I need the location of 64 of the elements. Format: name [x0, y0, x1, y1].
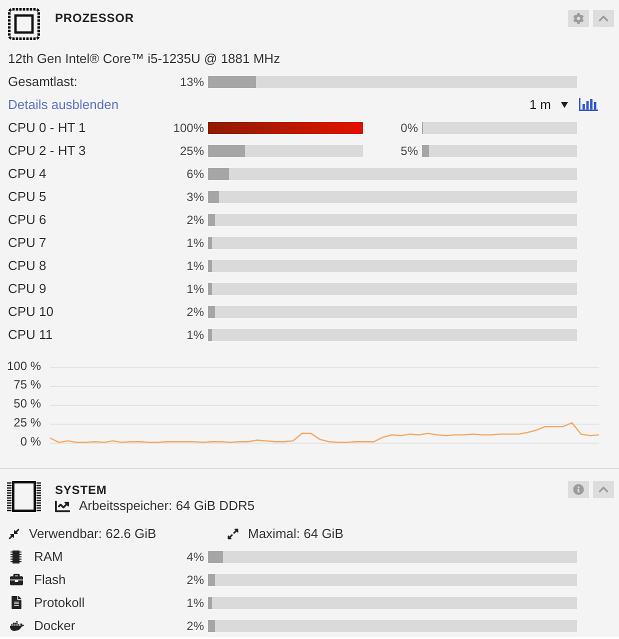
maximum-memory: Maximal: 64 GiB — [248, 524, 344, 543]
axis-tick-label: 50 % — [14, 396, 41, 411]
collapse-button[interactable] — [593, 10, 614, 27]
resource-label: Protokoll — [34, 594, 85, 612]
arrows-inward-icon — [8, 528, 20, 540]
cpu-label: CPU 5 — [8, 188, 48, 206]
chevron-up-icon — [598, 484, 609, 495]
percent-reading: 2% — [186, 572, 204, 588]
percent-reading: 1% — [186, 280, 204, 298]
percent-reading: 13% — [178, 74, 204, 90]
percent-reading: 2% — [186, 618, 204, 634]
bar-chart-icon[interactable] — [579, 98, 598, 111]
percent-reading: 0% — [400, 120, 418, 136]
settings-icon — [573, 13, 584, 24]
collapse-button[interactable] — [593, 481, 614, 498]
chip-icon — [10, 550, 22, 564]
resource-label: RAM — [34, 548, 63, 566]
cpu-icon — [8, 8, 40, 40]
percent-reading: 2% — [186, 212, 204, 228]
line-chart-icon — [55, 498, 70, 514]
arrows-outward-icon — [227, 528, 239, 540]
cpu-label: CPU 0 - HT 1 — [8, 118, 87, 137]
cpu-label: CPU 2 - HT 3 — [8, 142, 87, 160]
section-title: SYSTEM — [55, 483, 108, 497]
document-icon — [10, 596, 23, 609]
whale-icon — [10, 618, 24, 632]
percent-reading: 6% — [186, 166, 204, 182]
cpu-label: CPU 8 — [8, 256, 48, 275]
axis-tick-label: 25 % — [14, 415, 41, 430]
percent-reading: 1% — [186, 326, 204, 344]
resource-label: Docker — [34, 616, 76, 635]
percent-reading: 100% — [172, 120, 204, 136]
cpu-label: CPU 10 — [8, 302, 55, 321]
percent-reading: 25% — [178, 142, 204, 160]
axis-tick-label: 0 % — [20, 434, 41, 448]
percent-reading: 2% — [186, 304, 204, 320]
settings-button[interactable] — [568, 10, 589, 27]
briefcase-icon — [10, 573, 23, 586]
resource-label: Flash — [34, 570, 66, 589]
section-title: PROZESSOR — [55, 11, 134, 25]
cpu-label: CPU 9 — [8, 280, 48, 298]
info-button[interactable] — [568, 481, 589, 498]
usable-memory: Verwendbar: 62.6 GiB — [29, 524, 156, 543]
cpu-label: CPU 6 — [8, 210, 48, 229]
percent-reading: 1% — [186, 234, 204, 252]
cpu-label: CPU 4 — [8, 164, 48, 183]
chevron-up-icon — [598, 13, 609, 24]
processor-model: 12th Gen Intel® Core™ i5-1235U @ 1881 MHz — [8, 50, 280, 68]
info-icon — [573, 484, 584, 495]
row-label: Gesamtlast: — [8, 72, 78, 91]
percent-reading: 1% — [186, 594, 204, 612]
memory-module-icon — [7, 481, 41, 512]
caret-icon — [561, 102, 568, 108]
axis-tick-label: 100 % — [6, 358, 41, 373]
memory-info: Arbeitsspeicher: 64 GiB DDR5 — [79, 497, 255, 516]
cpu-label: CPU 11 — [8, 326, 54, 344]
axis-tick-label: 75 % — [14, 378, 41, 392]
cpu-label: CPU 7 — [8, 234, 48, 252]
range-select[interactable]: 1 m — [529, 94, 568, 114]
percent-reading: 3% — [186, 188, 204, 206]
percent-reading: 1% — [186, 258, 204, 274]
percent-reading: 5% — [400, 142, 418, 160]
percent-reading: 4% — [186, 548, 204, 566]
details-link[interactable]: Details ausblenden — [8, 94, 119, 114]
